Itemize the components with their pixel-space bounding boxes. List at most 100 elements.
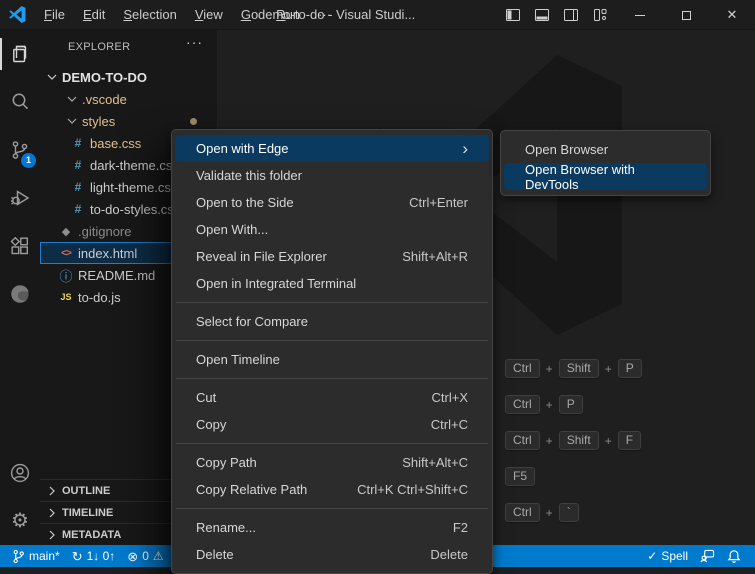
tree-item-label: dark-theme.css bbox=[90, 158, 179, 173]
extensions-icon bbox=[8, 234, 32, 258]
edge-icon bbox=[8, 282, 32, 306]
activity-edge-tools[interactable] bbox=[0, 270, 40, 318]
menu-item-open-with-edge[interactable]: Open with Edge › bbox=[175, 135, 489, 162]
tree-item-root[interactable]: DEMO-TO-DO bbox=[40, 66, 217, 88]
minimize-button[interactable] bbox=[617, 0, 663, 30]
customize-layout-icon[interactable] bbox=[592, 7, 608, 23]
menu-selection[interactable]: Selection bbox=[114, 0, 185, 30]
submenu-item-open-browser-devtools[interactable]: Open Browser with DevTools bbox=[504, 163, 707, 190]
plus-separator: + bbox=[605, 362, 612, 376]
plus-separator: + bbox=[605, 434, 612, 448]
toggle-panel-icon[interactable] bbox=[534, 7, 550, 23]
menu-item-label: Open Timeline bbox=[196, 352, 468, 367]
shortcut-find-in-files: Ctrl + Shift + F bbox=[505, 431, 641, 450]
menu-item-shortcut: Shift+Alt+R bbox=[402, 249, 468, 264]
menu-item-label: Delete bbox=[196, 547, 430, 562]
edge-submenu: Open Browser Open Browser with DevTools bbox=[500, 130, 711, 196]
shortcut-toggle-terminal: Ctrl + ` bbox=[505, 503, 579, 522]
tree-item-label: to-do.js bbox=[78, 290, 121, 305]
menu-separator bbox=[176, 443, 488, 444]
menu-item-open-with[interactable]: Open With... bbox=[175, 216, 489, 243]
explorer-more-actions-icon[interactable]: ··· bbox=[186, 34, 203, 50]
errors-icon: ⊗ bbox=[127, 550, 138, 563]
activity-extensions[interactable] bbox=[0, 222, 40, 270]
toggle-secondary-sidebar-icon[interactable] bbox=[563, 7, 579, 23]
toggle-sidebar-icon[interactable] bbox=[505, 7, 521, 23]
menu-item-shortcut: Ctrl+C bbox=[431, 417, 468, 432]
status-sync[interactable]: ↻ 1↓ 0↑ bbox=[66, 545, 122, 567]
menu-separator bbox=[176, 508, 488, 509]
close-button[interactable]: ✕ bbox=[709, 0, 755, 30]
menu-item-label: Open with Edge bbox=[196, 141, 462, 156]
html-file-icon: <> bbox=[58, 248, 74, 259]
tree-item-label: base.css bbox=[90, 136, 141, 151]
menu-view[interactable]: View bbox=[186, 0, 232, 30]
tree-item-vscode-folder[interactable]: .vscode bbox=[40, 88, 217, 110]
menu-item-label: Select for Compare bbox=[196, 314, 468, 329]
window-title: demo-to-do - Visual Studi... bbox=[258, 0, 415, 30]
maximize-button[interactable] bbox=[663, 0, 709, 30]
menu-item-open-timeline[interactable]: Open Timeline bbox=[175, 346, 489, 373]
menu-edit[interactable]: Edit bbox=[74, 0, 114, 30]
submenu-item-open-browser[interactable]: Open Browser bbox=[504, 136, 707, 163]
menu-item-label: Open Browser with DevTools bbox=[525, 162, 686, 192]
branch-label: main* bbox=[29, 549, 60, 563]
menu-item-reveal-in-file-explorer[interactable]: Reveal in File Explorer Shift+Alt+R bbox=[175, 243, 489, 270]
status-problems[interactable]: ⊗ 0 ⚠ bbox=[121, 545, 169, 567]
activity-source-control[interactable]: 1 bbox=[0, 126, 40, 174]
css-file-icon: # bbox=[70, 180, 86, 194]
markdown-file-icon: ⓘ bbox=[58, 266, 74, 285]
feedback-icon bbox=[700, 549, 715, 563]
activity-settings[interactable]: ⚙ bbox=[0, 497, 40, 545]
context-menu: Open with Edge › Validate this folder Op… bbox=[171, 129, 493, 574]
activity-run-debug[interactable] bbox=[0, 174, 40, 222]
plus-separator: + bbox=[546, 362, 553, 376]
tree-item-label: .gitignore bbox=[78, 224, 131, 239]
menu-item-shortcut: F2 bbox=[453, 520, 468, 535]
menu-item-copy-path[interactable]: Copy Path Shift+Alt+C bbox=[175, 449, 489, 476]
menu-file[interactable]: File bbox=[35, 0, 74, 30]
check-icon: ✓ bbox=[647, 550, 657, 563]
section-label: OUTLINE bbox=[62, 485, 110, 497]
keycap: Shift bbox=[559, 431, 599, 450]
shortcut-start-debugging: F5 bbox=[505, 467, 535, 486]
menu-item-open-integrated-terminal[interactable]: Open in Integrated Terminal bbox=[175, 270, 489, 297]
status-spell[interactable]: ✓ Spell bbox=[641, 545, 694, 567]
menu-item-label: Reveal in File Explorer bbox=[196, 249, 402, 264]
menu-item-cut[interactable]: Cut Ctrl+X bbox=[175, 384, 489, 411]
status-feedback[interactable] bbox=[694, 545, 721, 567]
layout-controls bbox=[505, 0, 608, 30]
tree-item-label: light-theme.css bbox=[90, 180, 177, 195]
status-branch[interactable]: main* bbox=[6, 545, 66, 567]
menu-separator bbox=[176, 302, 488, 303]
menu-item-validate-folder[interactable]: Validate this folder bbox=[175, 162, 489, 189]
menu-item-copy-relative-path[interactable]: Copy Relative Path Ctrl+K Ctrl+Shift+C bbox=[175, 476, 489, 503]
keycap: ` bbox=[559, 503, 579, 522]
warnings-icon: ⚠ bbox=[153, 550, 164, 563]
minimize-icon bbox=[635, 15, 645, 16]
menu-item-copy[interactable]: Copy Ctrl+C bbox=[175, 411, 489, 438]
keycap: Ctrl bbox=[505, 395, 540, 414]
menu-item-label: Open to the Side bbox=[196, 195, 409, 210]
menu-item-shortcut: Ctrl+Enter bbox=[409, 195, 468, 210]
menu-item-open-to-side[interactable]: Open to the Side Ctrl+Enter bbox=[175, 189, 489, 216]
activity-explorer[interactable] bbox=[0, 30, 40, 78]
status-right: ✓ Spell bbox=[641, 545, 755, 567]
menu-item-rename[interactable]: Rename... F2 bbox=[175, 514, 489, 541]
css-file-icon: # bbox=[70, 202, 86, 216]
activity-accounts[interactable] bbox=[0, 449, 40, 497]
menu-item-label: Copy Path bbox=[196, 455, 402, 470]
menu-item-shortcut: Ctrl+X bbox=[432, 390, 468, 405]
plus-separator: + bbox=[546, 398, 553, 412]
vscode-logo-icon bbox=[9, 6, 26, 23]
errors-count: 0 bbox=[142, 549, 149, 563]
menu-item-label: Rename... bbox=[196, 520, 453, 535]
menu-item-select-for-compare[interactable]: Select for Compare bbox=[175, 308, 489, 335]
activity-search[interactable] bbox=[0, 78, 40, 126]
chevron-right-icon bbox=[44, 505, 60, 521]
chevron-right-icon bbox=[44, 483, 60, 499]
status-notifications[interactable] bbox=[721, 545, 747, 567]
sync-icon: ↻ bbox=[72, 550, 83, 563]
menu-item-delete[interactable]: Delete Delete bbox=[175, 541, 489, 568]
modified-dot-badge bbox=[190, 118, 197, 125]
